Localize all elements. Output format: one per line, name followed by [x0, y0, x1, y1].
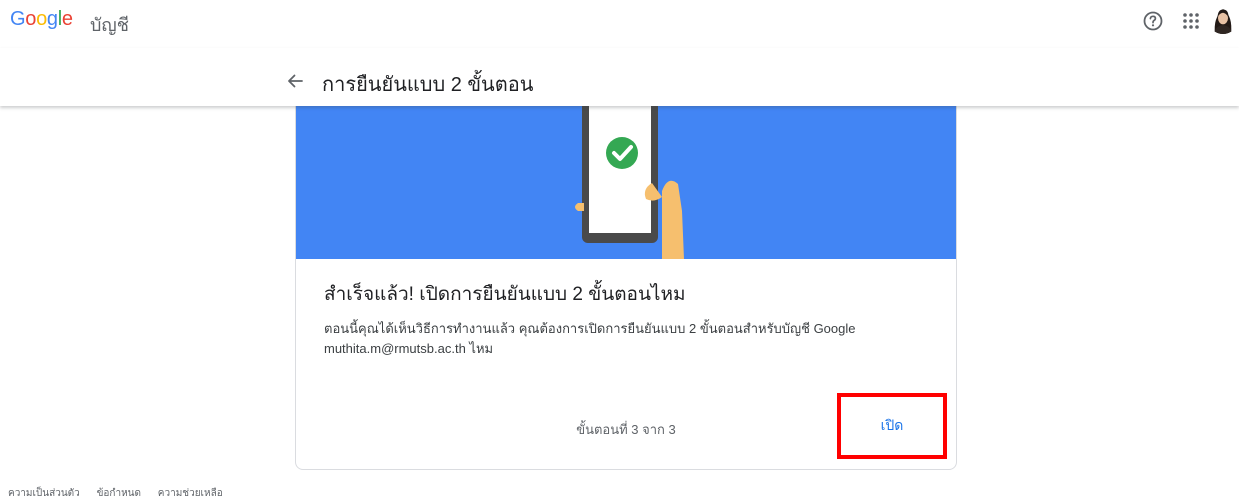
footer-link-terms[interactable]: ข้อกำหนด	[97, 488, 141, 499]
top-bar: Google บัญชี	[0, 0, 1239, 48]
footer-link-privacy[interactable]: ความเป็นส่วนตัว	[8, 488, 80, 499]
turn-on-button[interactable]: เปิด	[837, 393, 947, 459]
card-title: สำเร็จแล้ว! เปิดการยืนยันแบบ 2 ขั้นตอนไห…	[324, 284, 686, 305]
page-title: การยืนยันแบบ 2 ขั้นตอน	[322, 74, 534, 96]
card-description: ตอนนี้คุณได้เห็นวิธีการทำงานแล้ว คุณต้อง…	[324, 321, 856, 356]
product-name: บัญชี	[90, 15, 129, 35]
user-avatar[interactable]	[1208, 4, 1238, 34]
google-logo[interactable]: Google	[10, 8, 73, 31]
apps-grid-icon[interactable]	[1180, 10, 1202, 32]
arrow-back-icon[interactable]	[284, 70, 306, 92]
page-header: การยืนยันแบบ 2 ขั้นตอน	[0, 48, 1239, 106]
footer-links: ความเป็นส่วนตัว ข้อกำหนด ความช่วยเหลือ	[8, 486, 237, 501]
help-icon[interactable]	[1142, 10, 1164, 32]
footer-link-help[interactable]: ความช่วยเหลือ	[158, 488, 223, 499]
two-step-verification-card: สำเร็จแล้ว! เปิดการยืนยันแบบ 2 ขั้นตอนไห…	[295, 70, 957, 470]
